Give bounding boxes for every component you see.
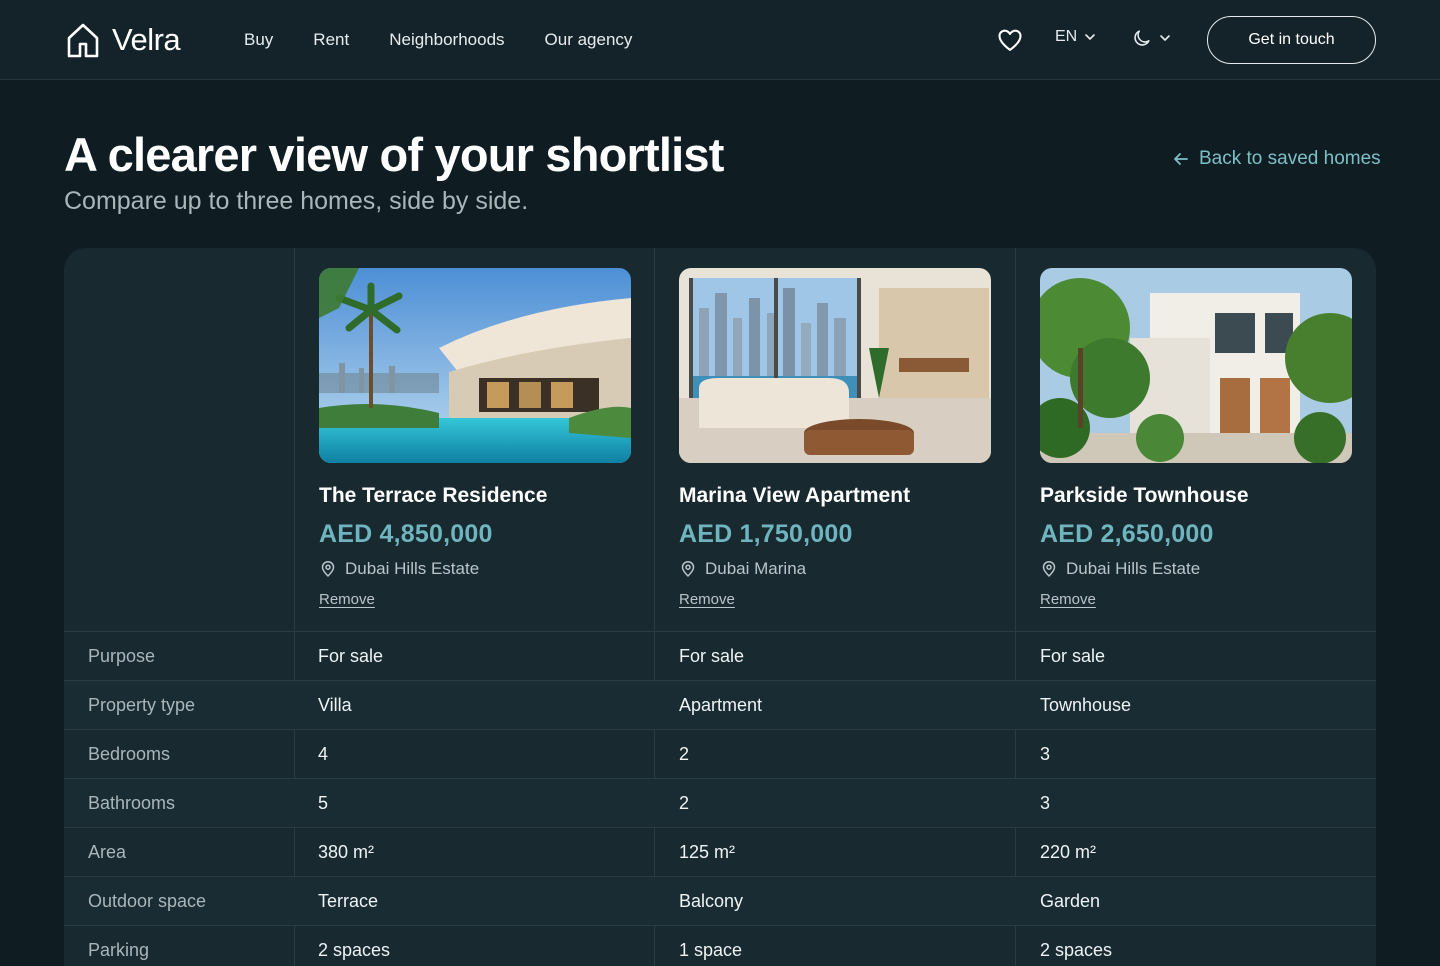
language-label: EN [1055, 28, 1078, 45]
row-label: Outdoor space [88, 890, 207, 911]
property-location-text: Dubai Hills Estate [345, 559, 480, 578]
row-value: 2 spaces [318, 939, 391, 960]
property-name[interactable]: Marina View Apartment [679, 483, 991, 509]
table-row: Area 380 m² 125 m² 220 m² [64, 827, 1376, 876]
brand-logo[interactable]: Velra [66, 22, 181, 58]
heart-icon [998, 29, 1022, 51]
chevron-down-icon [1085, 34, 1096, 40]
row-value: 2 spaces [1040, 939, 1113, 960]
property-location-text: Dubai Marina [705, 559, 807, 578]
chevron-down-icon [1160, 35, 1170, 41]
property-column: Marina View Apartment AED 1,750,000 Duba… [679, 268, 991, 610]
property-column: Parkside Townhouse AED 2,650,000 Dubai H… [1040, 268, 1352, 610]
table-row: Outdoor space Terrace Balcony Garden [64, 876, 1376, 925]
property-photo-villa-pool[interactable] [319, 268, 631, 463]
row-value: 125 m² [679, 841, 736, 862]
page-title: A clearer view of your shortlist [64, 128, 724, 181]
house-logo-icon [67, 23, 99, 58]
location-pin-icon [1042, 561, 1056, 578]
property-photo-marina-apartment[interactable] [679, 268, 991, 463]
property-column: The Terrace Residence AED 4,850,000 Duba… [319, 268, 631, 610]
language-selector[interactable]: EN [1055, 28, 1096, 46]
remove-property-button[interactable]: Remove [679, 590, 735, 610]
row-label: Bedrooms [88, 743, 171, 764]
property-name[interactable]: The Terrace Residence [319, 483, 631, 509]
property-location: Dubai Marina [679, 558, 991, 580]
row-value: Balcony [679, 890, 744, 911]
row-value: 2 [679, 792, 690, 813]
nav-buy[interactable]: Buy [244, 30, 273, 50]
nav-rent[interactable]: Rent [313, 30, 349, 50]
row-value: 2 [679, 743, 690, 764]
row-label: Bathrooms [88, 792, 176, 813]
row-value: For sale [679, 645, 745, 666]
row-value: Garden [1040, 890, 1101, 911]
theme-selector[interactable] [1132, 28, 1171, 48]
row-label: Purpose [88, 645, 156, 666]
remove-property-button[interactable]: Remove [319, 590, 375, 610]
row-value: For sale [1040, 645, 1106, 666]
page-subtitle: Compare up to three homes, side by side. [64, 187, 529, 215]
row-label: Property type [88, 694, 196, 715]
table-row: Bedrooms 4 2 3 [64, 729, 1376, 778]
back-to-saved-homes-link[interactable]: Back to saved homes [1172, 148, 1381, 170]
property-location: Dubai Hills Estate [1040, 558, 1352, 580]
row-value: Villa [318, 694, 352, 715]
favorites-button[interactable] [996, 26, 1024, 54]
table-row: Property type Villa Apartment Townhouse [64, 680, 1376, 729]
property-price: AED 1,750,000 [679, 520, 853, 548]
main-nav: Buy Rent Neighborhoods Our agency [244, 30, 632, 50]
row-value: 4 [318, 743, 329, 764]
property-name[interactable]: Parkside Townhouse [1040, 483, 1352, 509]
location-pin-icon [681, 561, 695, 578]
top-navigation-bar: Velra Buy Rent Neighborhoods Our agency … [0, 0, 1440, 80]
arrow-left-icon [1174, 153, 1188, 165]
row-value: 1 space [679, 939, 743, 960]
row-value: 5 [318, 792, 329, 813]
moon-icon [1134, 30, 1150, 46]
row-value: 220 m² [1040, 841, 1097, 862]
attribute-rows: Purpose For sale For sale For sale Prope… [64, 631, 1376, 966]
row-value: 3 [1040, 792, 1051, 813]
row-value: For sale [318, 645, 384, 666]
remove-property-button[interactable]: Remove [1040, 590, 1096, 610]
property-price: AED 2,650,000 [1040, 520, 1214, 548]
property-price: AED 4,850,000 [319, 520, 493, 548]
nav-neighborhoods[interactable]: Neighborhoods [389, 30, 504, 50]
brand-name: Velra [112, 22, 181, 57]
property-location-text: Dubai Hills Estate [1066, 559, 1201, 578]
table-row: Parking 2 spaces 1 space 2 spaces [64, 925, 1376, 966]
row-value: 380 m² [318, 841, 375, 862]
property-photo-townhouse-garden[interactable] [1040, 268, 1352, 463]
row-value: Townhouse [1040, 694, 1132, 715]
table-row: Purpose For sale For sale For sale [64, 631, 1376, 680]
row-label: Area [88, 841, 127, 862]
comparison-table: The Terrace Residence AED 4,850,000 Duba… [64, 248, 1376, 966]
get-in-touch-button[interactable]: Get in touch [1207, 16, 1376, 64]
table-row: Bathrooms 5 2 3 [64, 778, 1376, 827]
property-location: Dubai Hills Estate [319, 558, 631, 580]
row-value: Terrace [318, 890, 379, 911]
back-link-label: Back to saved homes [1199, 148, 1381, 169]
nav-our-agency[interactable]: Our agency [545, 30, 633, 50]
location-pin-icon [321, 561, 335, 578]
row-label: Parking [88, 939, 150, 960]
row-value: 3 [1040, 743, 1051, 764]
row-value: Apartment [679, 694, 763, 715]
